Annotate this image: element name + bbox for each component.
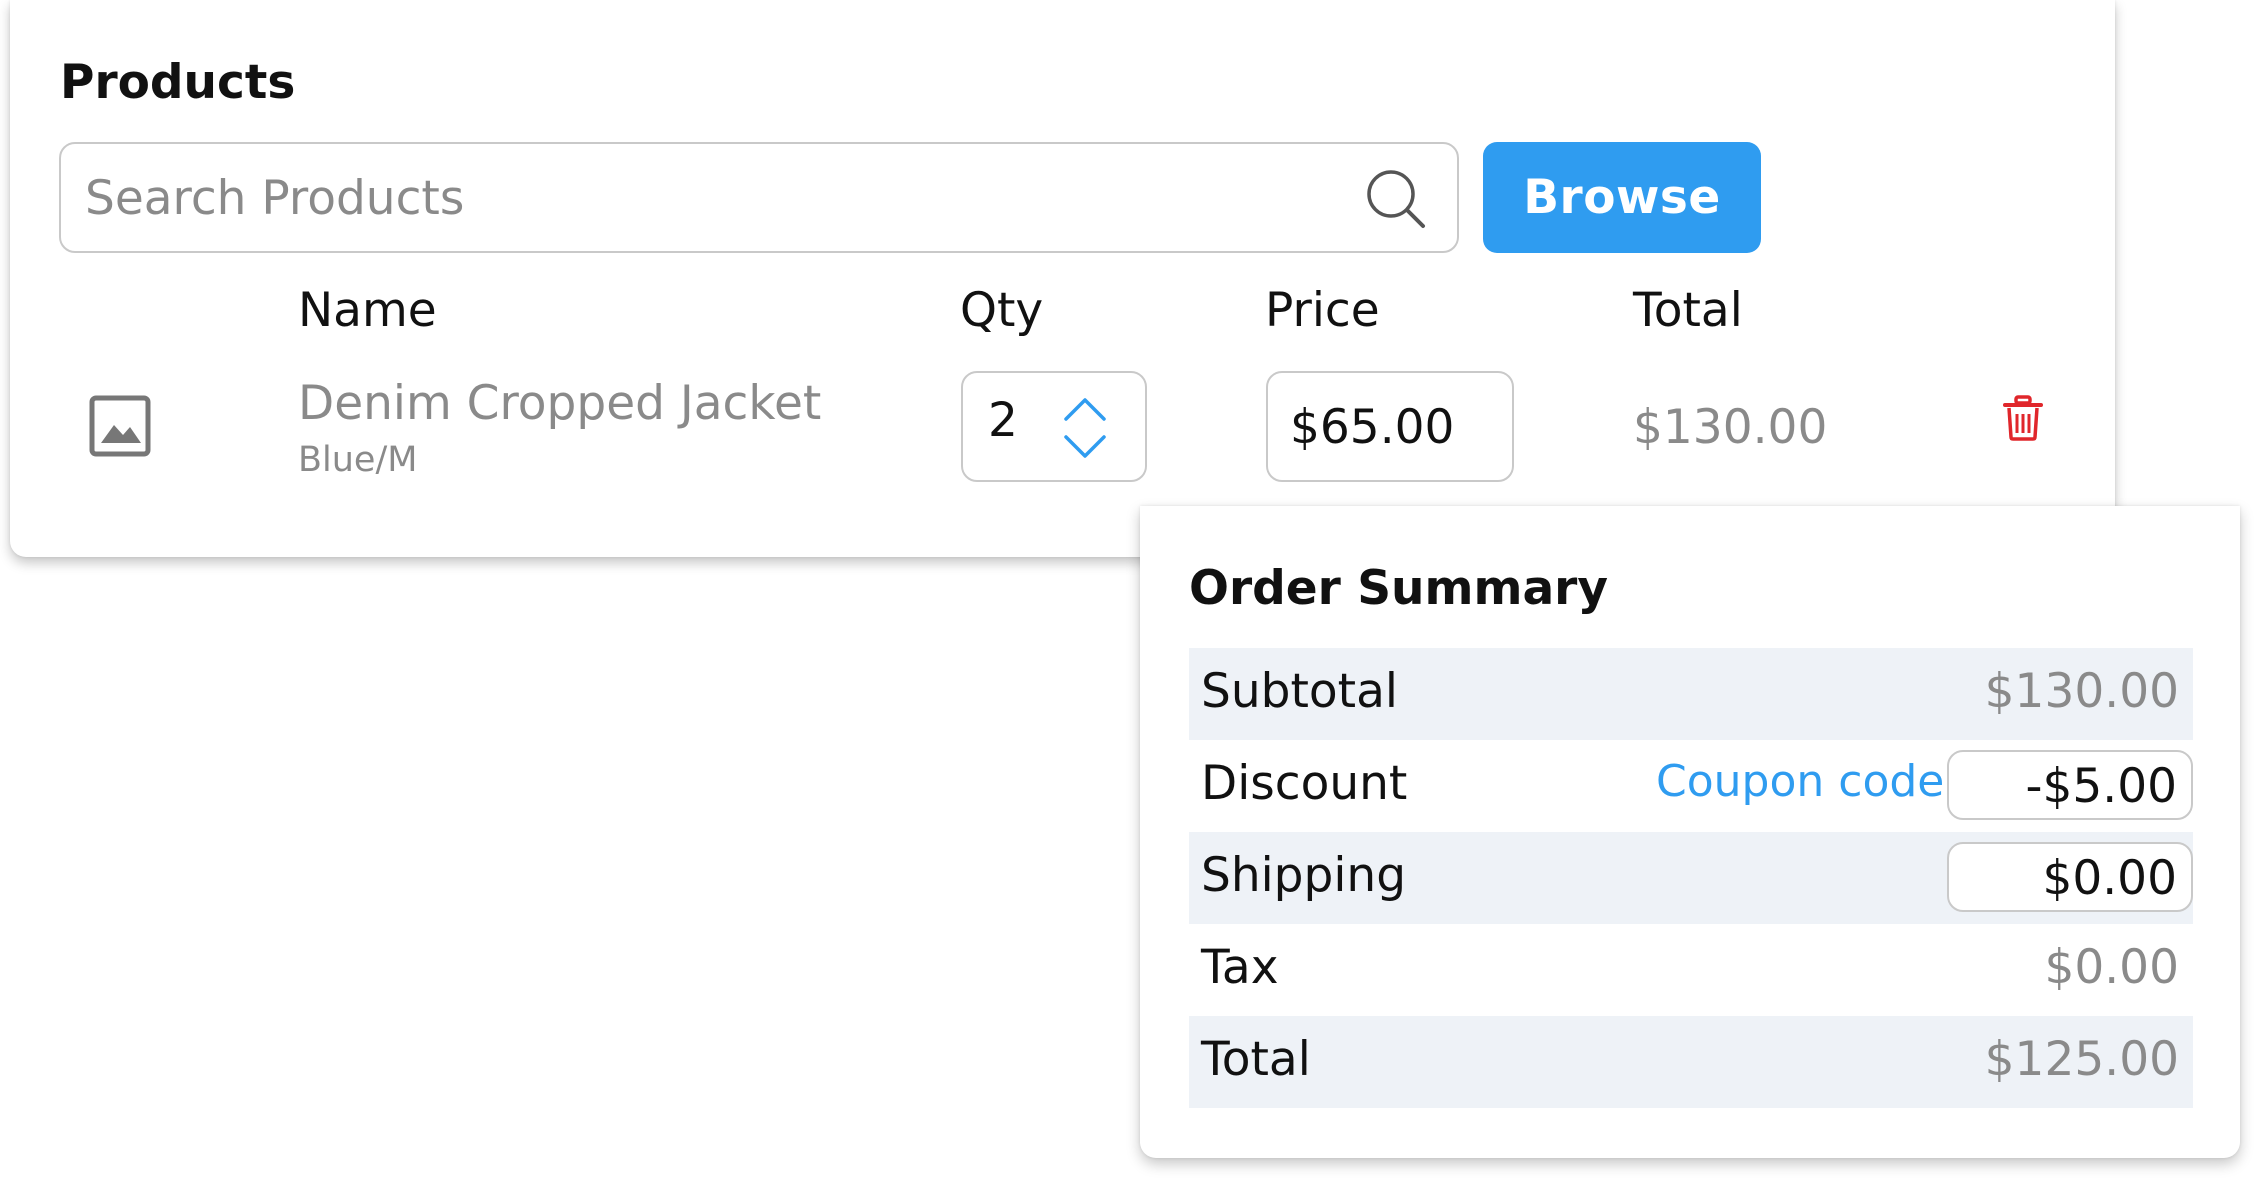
subtotal-label: Subtotal — [1201, 664, 1398, 719]
product-search-box — [59, 142, 1459, 253]
order-summary-card: Order Summary Subtotal $130.00 Discount … — [1140, 506, 2240, 1158]
quantity-stepper[interactable]: 2 — [961, 371, 1147, 482]
column-header-price: Price — [1265, 283, 1380, 338]
price-input[interactable] — [1290, 387, 1500, 467]
products-title: Products — [60, 55, 296, 110]
summary-row-total: Total $125.00 — [1189, 1016, 2193, 1108]
summary-row-shipping: Shipping — [1189, 832, 2193, 924]
search-icon[interactable] — [1363, 166, 1429, 232]
discount-label: Discount — [1201, 756, 1408, 811]
quantity-value[interactable]: 2 — [988, 393, 1018, 448]
total-value: $125.00 — [1984, 1032, 2179, 1087]
summary-row-discount: Discount Coupon code — [1189, 740, 2193, 832]
order-summary-title: Order Summary — [1189, 561, 1608, 616]
image-icon — [89, 395, 151, 457]
tax-value: $0.00 — [2044, 940, 2179, 995]
browse-button[interactable]: Browse — [1483, 142, 1761, 253]
product-name: Denim Cropped Jacket — [298, 376, 822, 431]
total-label: Total — [1201, 1032, 1311, 1087]
line-total: $130.00 — [1633, 400, 1828, 455]
coupon-code-link[interactable]: Coupon code — [1656, 756, 1944, 807]
tax-label: Tax — [1201, 940, 1279, 995]
summary-row-tax: Tax $0.00 — [1189, 924, 2193, 1016]
products-card: Products Browse Name Qty Price Total Den… — [10, 0, 2115, 557]
search-input[interactable] — [85, 158, 1325, 238]
discount-input[interactable] — [1959, 758, 2177, 814]
product-variant: Blue/M — [298, 440, 418, 480]
column-header-qty: Qty — [960, 283, 1044, 338]
shipping-label: Shipping — [1201, 848, 1407, 903]
summary-row-subtotal: Subtotal $130.00 — [1189, 648, 2193, 740]
shipping-input[interactable] — [1959, 850, 2177, 906]
column-header-total: Total — [1633, 283, 1743, 338]
discount-field — [1947, 750, 2193, 820]
price-field — [1266, 371, 1514, 482]
chevron-down-icon[interactable] — [1062, 433, 1108, 461]
column-header-name: Name — [298, 283, 437, 338]
subtotal-value: $130.00 — [1984, 664, 2179, 719]
chevron-up-icon[interactable] — [1062, 395, 1108, 423]
shipping-field — [1947, 842, 2193, 912]
trash-icon[interactable] — [2003, 395, 2043, 441]
order-editor: Products Browse Name Qty Price Total Den… — [0, 0, 2256, 1191]
